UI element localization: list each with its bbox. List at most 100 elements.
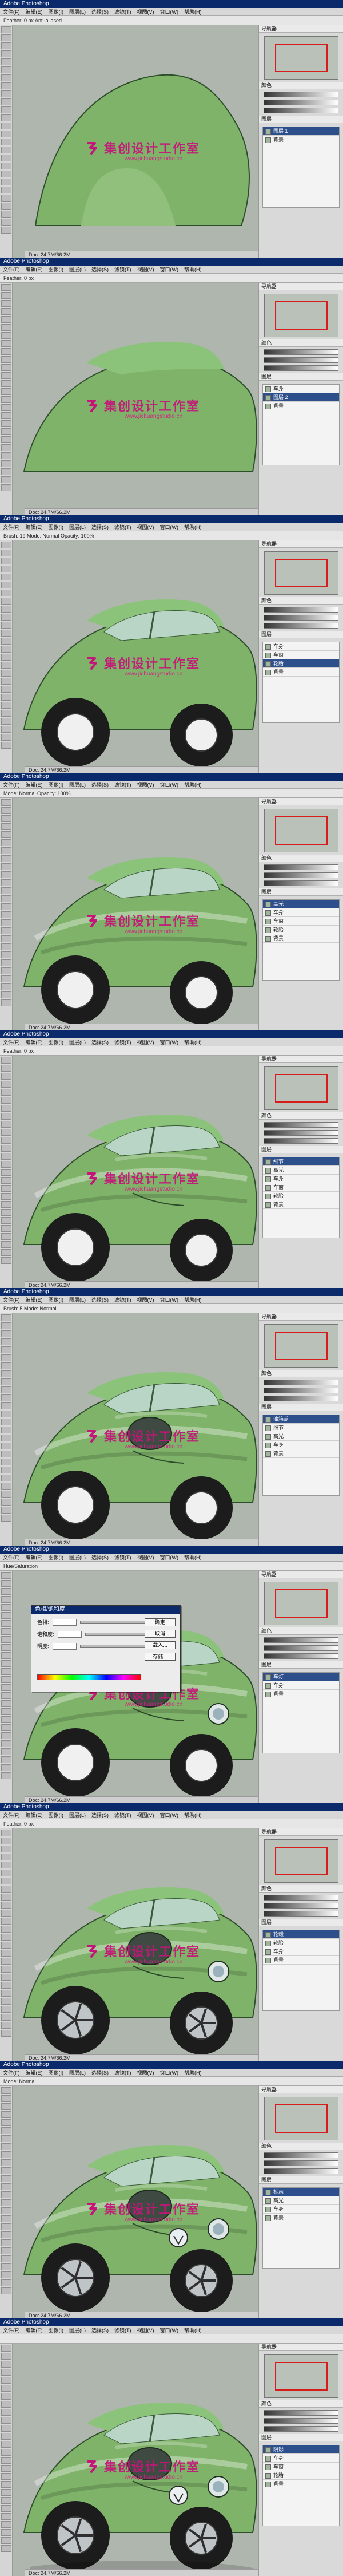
layers-panel-title[interactable]: 图层	[259, 1146, 343, 1153]
navigator-view-box[interactable]	[274, 1332, 328, 1360]
color-slider[interactable]	[264, 2152, 338, 2158]
layer-row[interactable]: 车身	[263, 1441, 339, 1449]
navigator-panel-title[interactable]: 导航器	[259, 1571, 343, 1578]
color-slider[interactable]	[264, 607, 338, 613]
tool-button[interactable]	[1, 1854, 11, 1860]
layers-panel-title[interactable]: 图层	[259, 1661, 343, 1669]
tool-button[interactable]	[1, 590, 11, 596]
tool-button[interactable]	[1, 2537, 11, 2544]
layer-row[interactable]: 细节	[263, 1157, 339, 1166]
tool-button[interactable]	[1, 2143, 11, 2150]
menu-item[interactable]: 文件(F)	[0, 1038, 23, 1046]
tool-button[interactable]	[1, 484, 11, 491]
tool-button[interactable]	[1, 404, 11, 411]
menu-item[interactable]: 文件(F)	[0, 781, 23, 789]
tool-button[interactable]	[1, 927, 11, 934]
menu-item[interactable]: 窗口(W)	[157, 1296, 182, 1304]
tool-button[interactable]	[1, 2457, 11, 2464]
tool-button[interactable]	[1, 598, 11, 605]
layer-row[interactable]: 车窗	[263, 2463, 339, 2471]
tool-button[interactable]	[1, 388, 11, 395]
menu-item[interactable]: 图层(L)	[66, 1296, 89, 1304]
tool-button[interactable]	[1, 1137, 11, 1144]
tool-button[interactable]	[1, 2183, 11, 2190]
navigator-view-box[interactable]	[274, 44, 328, 72]
value-field[interactable]	[57, 1630, 82, 1638]
tool-button[interactable]	[1, 646, 11, 653]
tool-button[interactable]	[1, 1330, 11, 1337]
menu-item[interactable]: 编辑(E)	[23, 523, 46, 531]
menu-item[interactable]: 窗口(W)	[157, 1811, 182, 1819]
color-slider[interactable]	[264, 1138, 338, 1144]
menu-item[interactable]: 编辑(E)	[23, 266, 46, 274]
color-slider[interactable]	[264, 2418, 338, 2424]
tool-button[interactable]	[1, 26, 11, 33]
menu-item[interactable]: 图层(L)	[66, 523, 89, 531]
tool-button[interactable]	[1, 2513, 11, 2520]
tool-button[interactable]	[1, 1886, 11, 1893]
tool-button[interactable]	[1, 1491, 11, 1498]
menu-item[interactable]: 图像(I)	[46, 1296, 67, 1304]
menu-item[interactable]: 视图(V)	[134, 2326, 157, 2334]
tool-button[interactable]	[1, 2215, 11, 2222]
tool-button[interactable]	[1, 316, 11, 323]
tool-button[interactable]	[1, 2103, 11, 2110]
tool-button[interactable]	[1, 227, 11, 234]
tool-button[interactable]	[1, 163, 11, 169]
color-slider[interactable]	[264, 365, 338, 371]
tool-button[interactable]	[1, 951, 11, 958]
tool-button[interactable]	[1, 1402, 11, 1409]
tool-button[interactable]	[1, 1870, 11, 1876]
layer-row[interactable]: 阴影	[263, 2445, 339, 2454]
tool-button[interactable]	[1, 919, 11, 926]
tool-button[interactable]	[1, 1740, 11, 1747]
tool-button[interactable]	[1, 935, 11, 942]
layer-row[interactable]: 图层 2	[263, 393, 339, 402]
navigator-thumbnail[interactable]	[264, 36, 338, 80]
color-slider[interactable]	[264, 1895, 338, 1901]
tool-button[interactable]	[1, 2175, 11, 2182]
menu-item[interactable]: 文件(F)	[0, 266, 23, 274]
menu-item[interactable]: 视图(V)	[134, 1296, 157, 1304]
menu-item[interactable]: 帮助(H)	[181, 781, 205, 789]
layer-row[interactable]: 轮胎	[263, 926, 339, 934]
layer-row[interactable]: 轮胎	[263, 1192, 339, 1200]
menu-item[interactable]: 图层(L)	[66, 1554, 89, 1562]
tool-button[interactable]	[1, 1950, 11, 1957]
tool-button[interactable]	[1, 1934, 11, 1941]
tool-button[interactable]	[1, 1394, 11, 1401]
tool-button[interactable]	[1, 1628, 11, 1635]
tool-button[interactable]	[1, 1065, 11, 1072]
menu-item[interactable]: 编辑(E)	[23, 1811, 46, 1819]
tool-button[interactable]	[1, 1161, 11, 1168]
menu-item[interactable]: 滤镜(T)	[111, 1554, 134, 1562]
tool-button[interactable]	[1, 1411, 11, 1417]
color-slider[interactable]	[264, 2160, 338, 2166]
navigator-thumbnail[interactable]	[264, 551, 338, 595]
tool-button[interactable]	[1, 2279, 11, 2286]
tool-button[interactable]	[1, 742, 11, 749]
tool-button[interactable]	[1, 1612, 11, 1619]
navigator-thumbnail[interactable]	[264, 1839, 338, 1883]
tool-button[interactable]	[1, 396, 11, 403]
tool-button[interactable]	[1, 364, 11, 371]
tool-button[interactable]	[1, 879, 11, 886]
menu-item[interactable]: 滤镜(T)	[111, 2069, 134, 2077]
menu-item[interactable]: 图层(L)	[66, 781, 89, 789]
tool-button[interactable]	[1, 436, 11, 443]
tool-button[interactable]	[1, 412, 11, 419]
tool-button[interactable]	[1, 2497, 11, 2504]
tool-button[interactable]	[1, 2473, 11, 2480]
tool-button[interactable]	[1, 1764, 11, 1771]
tool-button[interactable]	[1, 428, 11, 435]
tool-button[interactable]	[1, 1177, 11, 1184]
tool-button[interactable]	[1, 911, 11, 918]
tool-button[interactable]	[1, 1257, 11, 1264]
tool-button[interactable]	[1, 1990, 11, 1997]
tool-button[interactable]	[1, 1338, 11, 1345]
value-field[interactable]	[52, 1618, 77, 1626]
tool-button[interactable]	[1, 1483, 11, 1490]
tool-button[interactable]	[1, 1209, 11, 1216]
layer-row[interactable]: 车身	[263, 385, 339, 393]
tool-button[interactable]	[1, 1451, 11, 1457]
